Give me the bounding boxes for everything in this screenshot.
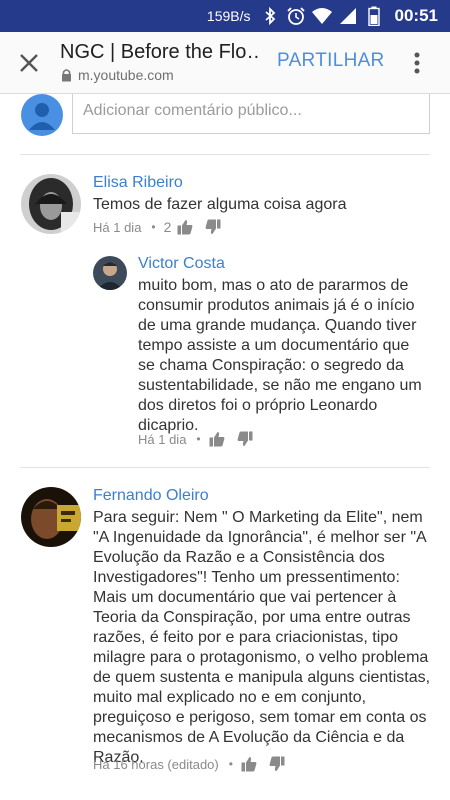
- comment-text: Para seguir: Nem " O Marketing da Elite"…: [93, 509, 431, 766]
- comment-text: Temos de fazer alguma coisa agora: [93, 196, 347, 213]
- thumbs-down-icon[interactable]: [205, 219, 221, 235]
- thumbs-up-icon[interactable]: [209, 431, 225, 447]
- network-speed: 159B/s: [206, 8, 251, 24]
- reply-avatar[interactable]: [93, 256, 127, 290]
- separator-dot: •: [196, 432, 201, 446]
- page-title: NGC | Before the Flo…: [60, 41, 260, 63]
- separator-dot: •: [151, 220, 156, 234]
- page-url: m.youtube.com: [78, 67, 174, 83]
- comment-time: Há 16 horas (editado): [93, 756, 219, 772]
- comment-input[interactable]: Adicionar comentário público...: [72, 94, 430, 134]
- battery-icon: [363, 5, 385, 27]
- avatar-photo: [93, 256, 127, 290]
- add-comment-row: Adicionar comentário público...: [0, 94, 450, 154]
- comment-author[interactable]: Fernando Oleiro: [93, 487, 209, 505]
- bluetooth-icon: [259, 5, 281, 27]
- comment-time: Há 1 dia: [93, 219, 142, 235]
- signal-icon: [337, 5, 359, 27]
- comment-meta: Há 1 dia • 2: [93, 219, 233, 235]
- like-count: 2: [163, 219, 172, 235]
- thumbs-down-icon[interactable]: [237, 431, 253, 447]
- wifi-icon: [311, 5, 333, 27]
- divider: [20, 467, 430, 468]
- url-row: m.youtube.com: [61, 67, 174, 83]
- close-icon: [20, 54, 38, 72]
- thumbs-up-icon[interactable]: [177, 219, 193, 235]
- share-button[interactable]: PARTILHAR: [277, 50, 385, 72]
- thumbs-down-icon[interactable]: [269, 756, 285, 772]
- avatar-photo: [21, 174, 81, 234]
- user-avatar: [21, 94, 63, 136]
- person-icon: [29, 103, 55, 130]
- reply-text: muito bom, mas o ato de pararmos de cons…: [138, 277, 422, 434]
- lock-icon: [61, 68, 74, 82]
- comment-meta: Há 16 horas (editado) •: [93, 756, 297, 772]
- separator-dot: •: [228, 757, 233, 771]
- more-vert-icon: [414, 52, 420, 74]
- divider: [20, 154, 430, 155]
- close-button[interactable]: [14, 48, 44, 78]
- status-bar: 159B/s 00:51: [0, 0, 450, 32]
- reply-meta: Há 1 dia •: [138, 431, 265, 447]
- clock: 00:51: [394, 6, 438, 25]
- reply-author[interactable]: Victor Costa: [138, 255, 225, 273]
- thumbs-up-icon[interactable]: [241, 756, 257, 772]
- avatar[interactable]: [21, 487, 81, 547]
- avatar[interactable]: [21, 174, 81, 234]
- comment-author[interactable]: Elisa Ribeiro: [93, 174, 183, 192]
- reply-time: Há 1 dia: [138, 431, 187, 447]
- custom-tab-bar: NGC | Before the Flo… m.youtube.com PART…: [0, 32, 450, 94]
- overflow-menu-button[interactable]: [406, 48, 428, 78]
- avatar-photo: [21, 487, 81, 547]
- alarm-icon: [285, 5, 307, 27]
